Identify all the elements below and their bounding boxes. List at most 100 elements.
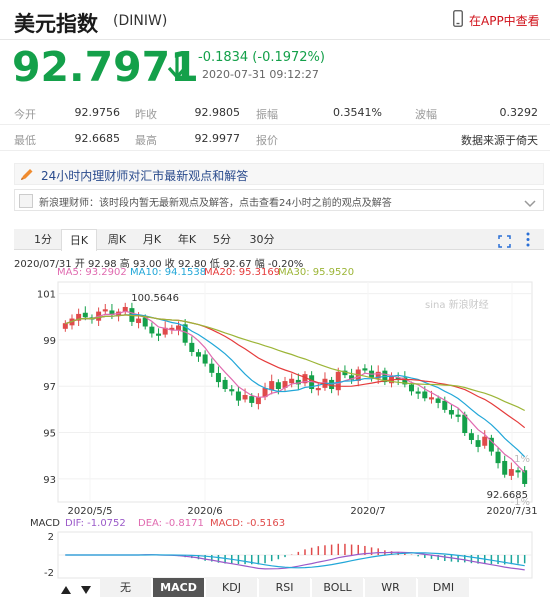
candle-body bbox=[362, 368, 368, 371]
candle-body bbox=[422, 391, 428, 399]
candle-body bbox=[229, 389, 235, 392]
macd-dif-label: DIF: -1.0752 bbox=[65, 518, 126, 529]
tab-5min[interactable]: 5分 bbox=[207, 229, 237, 250]
candle-body bbox=[62, 323, 68, 329]
candle-body bbox=[335, 371, 341, 391]
indicator-tab-kdj[interactable]: KDJ bbox=[206, 578, 258, 597]
candle-body bbox=[242, 394, 248, 400]
y-tick-label: 97 bbox=[43, 382, 56, 393]
stat-value: 92.6685 bbox=[74, 132, 121, 145]
period-tabs: 1分 日K 周K 月K 年K 5分 30分 bbox=[14, 229, 544, 251]
candle-body bbox=[435, 398, 441, 403]
candle-body bbox=[275, 382, 281, 390]
stat-label: 波幅 bbox=[415, 108, 437, 121]
indicator-tab-boll[interactable]: BOLL bbox=[312, 578, 364, 597]
candle-body bbox=[269, 381, 275, 391]
arrow-up-button[interactable] bbox=[60, 581, 72, 594]
macd-dea-label: DEA: -0.8171 bbox=[138, 518, 204, 529]
x-tick-label: 2020/7/31 bbox=[486, 506, 537, 517]
stats-row: 最低 92.6685 最高 92.9977 报价 数据来源于倚天 bbox=[0, 127, 550, 151]
candle-body bbox=[289, 378, 295, 384]
candle-body bbox=[262, 388, 268, 398]
candle-body bbox=[455, 414, 461, 417]
indicator-tab-wr[interactable]: WR bbox=[365, 578, 417, 597]
open-in-app-link[interactable]: 在APP中查看 bbox=[469, 12, 540, 29]
candle-body bbox=[515, 470, 521, 473]
candle-body bbox=[522, 470, 528, 484]
candle-body bbox=[249, 396, 255, 403]
ma20-line bbox=[65, 314, 526, 429]
candle-body bbox=[315, 388, 321, 391]
stat-label: 最低 bbox=[14, 134, 36, 147]
arrow-down-icon bbox=[166, 51, 188, 81]
candle-body bbox=[202, 354, 208, 364]
stat-value: 0.3541% bbox=[333, 106, 382, 119]
stat-label: 昨收 bbox=[135, 108, 157, 121]
tab-daily-k[interactable]: 日K bbox=[61, 229, 97, 251]
x-tick-label: 2020/5/5 bbox=[68, 506, 113, 517]
quote-time: 2020-07-31 09:12:27 bbox=[202, 68, 319, 81]
tab-yearly-k[interactable]: 年K bbox=[172, 229, 202, 250]
ma5-line bbox=[65, 310, 526, 473]
advisor-message-bar[interactable]: 新浪理财师：该时段内暂无最新观点及解答，点击查看24小时之前的观点及解答 bbox=[14, 189, 544, 211]
candle-body bbox=[495, 451, 501, 464]
indicator-tab-rsi[interactable]: RSI bbox=[259, 578, 311, 597]
chevron-down-icon[interactable] bbox=[523, 195, 537, 208]
price-change: -0.1834 (-0.1972%) bbox=[198, 50, 325, 65]
advisor-heading-bar: 24小时内理财师对汇市最新观点和解答 bbox=[14, 163, 544, 185]
stats-table: 今开 92.9756 昨收 92.9805 振幅 0.3541% 波幅 0.32… bbox=[0, 101, 550, 151]
candle-body bbox=[156, 333, 162, 336]
pct-tick-label: 1% bbox=[514, 454, 530, 465]
quote-panel: 92.7971 -0.1834 (-0.1972%) 2020-07-31 09… bbox=[0, 40, 550, 95]
advisor-heading[interactable]: 24小时内理财师对汇市最新观点和解答 bbox=[41, 167, 248, 184]
macd-label: MACD bbox=[30, 518, 60, 529]
candle-body bbox=[149, 326, 155, 334]
indicator-tabs: 无 MACD KDJ RSI BOLL WR DMI bbox=[56, 578, 546, 597]
stat-value: 0.3292 bbox=[499, 106, 539, 119]
candle-body bbox=[136, 318, 142, 324]
indicator-tab-none[interactable]: 无 bbox=[100, 578, 152, 597]
stat-label: 最高 bbox=[135, 134, 157, 147]
pencil-icon bbox=[19, 167, 35, 183]
symbol-code: (DINIW) bbox=[113, 13, 168, 29]
indicator-tab-dmi[interactable]: DMI bbox=[418, 578, 470, 597]
y-tick-label: 95 bbox=[43, 429, 56, 440]
stat-label: 报价 bbox=[256, 134, 278, 147]
candle-body bbox=[448, 410, 454, 415]
stat-value: 92.9805 bbox=[194, 106, 241, 119]
candle-body bbox=[442, 400, 448, 410]
macd-tick-label: -2 bbox=[44, 568, 54, 579]
candle-body bbox=[189, 342, 195, 352]
stats-row: 今开 92.9756 昨收 92.9805 振幅 0.3541% 波幅 0.32… bbox=[0, 101, 550, 125]
y-tick-label: 93 bbox=[43, 475, 56, 486]
advisor-message: 新浪理财师：该时段内暂无最新观点及解答，点击查看24小时之前的观点及解答 bbox=[39, 198, 392, 209]
stat-value: 92.9977 bbox=[194, 132, 241, 145]
header: 美元指数 (DINIW) 在APP中查看 bbox=[0, 0, 550, 40]
candle-body bbox=[502, 460, 508, 475]
tab-weekly-k[interactable]: 周K bbox=[102, 229, 132, 250]
tab-1min[interactable]: 1分 bbox=[28, 229, 58, 250]
candle-body bbox=[475, 440, 481, 447]
stat-label: 振幅 bbox=[256, 108, 278, 121]
arrow-down-button[interactable] bbox=[80, 581, 92, 594]
ma30-line bbox=[65, 314, 525, 412]
candle-body bbox=[428, 397, 434, 400]
candle-body bbox=[209, 363, 215, 373]
candle-body bbox=[482, 436, 488, 446]
candle-body bbox=[508, 469, 514, 476]
x-tick-label: 2020/6 bbox=[187, 506, 222, 517]
indicator-tab-macd[interactable]: MACD bbox=[153, 578, 205, 597]
candle-body bbox=[215, 372, 221, 383]
tab-monthly-k[interactable]: 月K bbox=[137, 229, 167, 250]
watermark-logo: sina 新浪财经 bbox=[425, 300, 489, 311]
fullscreen-icon[interactable] bbox=[498, 233, 511, 248]
candle-body bbox=[195, 352, 201, 357]
page-title: 美元指数 bbox=[14, 12, 98, 36]
tab-30min[interactable]: 30分 bbox=[244, 229, 280, 250]
data-source: 数据来源于倚天 bbox=[461, 134, 538, 147]
stat-label: 今开 bbox=[14, 108, 36, 121]
more-options-icon[interactable] bbox=[526, 232, 530, 247]
candle-body bbox=[235, 391, 241, 401]
stat-value: 92.9756 bbox=[74, 106, 121, 119]
macd-tick-label: 2 bbox=[48, 532, 54, 543]
